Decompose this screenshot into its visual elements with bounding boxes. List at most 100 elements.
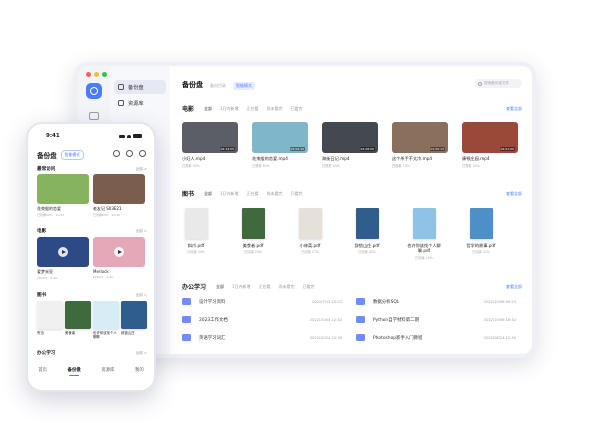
- book-card[interactable]: 也许你该找个人聊聊.pdf 已阅读 22%: [402, 208, 446, 260]
- search-placeholder: 搜索备份盘文件: [484, 81, 510, 85]
- video-card[interactable]: 花束般的恋爱 已观看60% · 10:03: [37, 174, 89, 217]
- view-all-link[interactable]: 全部 >: [136, 229, 147, 234]
- maximize-window-button[interactable]: [102, 72, 107, 77]
- filter-chip[interactable]: 尚未看完: [279, 284, 295, 290]
- book-card[interactable]: 哲学的故事.pdf 已阅读 32%: [459, 208, 503, 254]
- movie-name: 海街日记.mp4: [322, 156, 350, 161]
- filter-chip[interactable]: 尚未看完: [267, 106, 283, 112]
- view-all-link[interactable]: 查看全部: [506, 191, 522, 197]
- movie-card[interactable]: 02:14:55 小妇人.mp4 已观看 20%: [182, 122, 238, 168]
- mode-badge[interactable]: 智能模式: [233, 82, 255, 90]
- movie-card[interactable]: 02:04:10 花束般的恋爱.mp4 已观看 60%: [252, 122, 308, 168]
- tab-profile[interactable]: 我的: [135, 367, 144, 373]
- video-card[interactable]: 爱梦米亚 2022/7 · 4.2G: [37, 237, 89, 280]
- movie-name: 花束般的恋爱.mp4: [252, 156, 288, 161]
- duration-label: 02:01:00: [499, 147, 515, 151]
- folder-icon: [356, 298, 365, 305]
- file-row[interactable]: Python自学材料第二期 2022/10/06 16:32: [356, 316, 516, 323]
- movie-card[interactable]: 01:50:13 这个杀手不太冷.mp4 已观看 70%: [392, 122, 448, 168]
- file-name: Python自学材料第二期: [373, 317, 419, 323]
- video-thumbnail: [93, 237, 145, 267]
- movie-name: 康顿庄园.mp4: [462, 156, 490, 161]
- filter-chip[interactable]: 全部: [204, 191, 212, 197]
- book-card[interactable]: 小林菜.pdf 已阅读 17%: [288, 208, 332, 254]
- book-card[interactable]: 美食者: [65, 301, 91, 335]
- tab-home[interactable]: 首页: [38, 367, 47, 373]
- file-date: 2022/10/06 09:23: [483, 299, 516, 304]
- history-icon[interactable]: [126, 150, 133, 157]
- filter-chip[interactable]: 已看完: [291, 191, 303, 197]
- video-card[interactable]: 老友记 S03E21 已观看60% · 10:25: [93, 174, 145, 217]
- book-cover: [469, 208, 493, 239]
- duration-label: 02:08:00: [359, 147, 375, 151]
- video-meta: 已观看60% · 10:03: [37, 213, 65, 217]
- book-card[interactable]: 美食者.pdf 已阅读 24%: [231, 208, 275, 254]
- filter-chip[interactable]: 1日内新增: [220, 106, 239, 112]
- file-row[interactable]: 2023工作文档 2022/10/04 12:32: [182, 316, 342, 323]
- status-icons: [119, 134, 142, 138]
- filter-chip[interactable]: 尚未看完: [267, 191, 283, 197]
- folder-icon: [356, 334, 365, 341]
- window-controls: [86, 72, 107, 77]
- more-icon[interactable]: [139, 150, 146, 157]
- phone-mode-badge[interactable]: 智能模式: [60, 150, 84, 160]
- book-cover: [184, 208, 208, 239]
- video-card[interactable]: Merlock 2022/7 · 2.1G: [93, 237, 145, 279]
- view-all-link[interactable]: 全部 >: [136, 351, 147, 356]
- tab-library[interactable]: 资源库: [101, 367, 114, 373]
- book-name: 小林菜.pdf: [299, 243, 321, 248]
- movie-card[interactable]: 02:01:00 康顿庄园.mp4 已观看 24%: [462, 122, 518, 168]
- file-name: 2023工作文档: [199, 317, 228, 323]
- duration-label: 02:04:10: [289, 147, 305, 151]
- book-card[interactable]: 鲁迅: [37, 301, 63, 335]
- file-row[interactable]: Photoshop新手入门教程 2022/08/24 12:30: [356, 334, 516, 341]
- close-window-button[interactable]: [86, 72, 91, 77]
- stage: 备份盘 资源库 备份盘 备份目录 智能模式 搜索备份盘文件 电影 全部 1日内新…: [0, 0, 600, 423]
- page-subtitle[interactable]: 备份目录: [210, 83, 226, 89]
- filter-chip[interactable]: 1日内新增: [220, 191, 239, 197]
- play-icon[interactable]: [114, 247, 124, 257]
- book-cover: [93, 301, 119, 329]
- book-card[interactable]: 斜爪.pdf 已阅读 34%: [174, 208, 218, 254]
- video-meta: 2022/7 · 4.2G: [37, 276, 58, 280]
- sidebar-item-backup[interactable]: 备份盘: [114, 80, 166, 94]
- filter-chip[interactable]: 正在看: [259, 284, 271, 290]
- view-all-link[interactable]: 查看全部: [506, 106, 522, 112]
- view-all-link[interactable]: 全部 >: [136, 167, 147, 172]
- search-icon[interactable]: [113, 150, 120, 157]
- library-icon: [118, 100, 124, 106]
- play-icon[interactable]: [58, 247, 68, 257]
- office-section-header: 办公学习 全部 1日内新增 正在看 尚未看完 已看完 查看全部: [182, 282, 522, 292]
- filter-chip[interactable]: 1日内新增: [232, 284, 251, 290]
- book-progress: 已阅读 22%: [415, 255, 433, 260]
- search-input[interactable]: 搜索备份盘文件: [474, 79, 522, 88]
- duration-label: 01:50:13: [429, 147, 445, 151]
- file-row[interactable]: 数据分析SQL 2022/10/06 09:23: [356, 298, 516, 305]
- tab-backup[interactable]: 备份盘: [68, 367, 81, 376]
- book-card[interactable]: 辞锁山庄: [121, 301, 147, 335]
- book-card[interactable]: 也许你该找个人聊聊: [93, 301, 119, 339]
- movie-card[interactable]: 02:08:00 海街日记.mp4 已观看 40%: [322, 122, 378, 168]
- filter-chip[interactable]: 已看完: [291, 106, 303, 112]
- app-logo-icon: [86, 83, 102, 99]
- sidebar-item-library[interactable]: 资源库: [114, 96, 166, 110]
- book-card[interactable]: 辞锁山庄.pdf 已阅读 42%: [345, 208, 389, 254]
- filter-chip[interactable]: 全部: [216, 284, 224, 290]
- view-all-link[interactable]: 全部 >: [136, 293, 147, 298]
- filter-chip[interactable]: 全部: [204, 106, 212, 112]
- book-cover: [355, 208, 379, 239]
- minimize-window-button[interactable]: [94, 72, 99, 77]
- section-title: 办公学习: [37, 351, 56, 356]
- movie-name: 小妇人.mp4: [182, 156, 206, 161]
- view-all-link[interactable]: 查看全部: [506, 284, 522, 290]
- file-row[interactable]: 英语学习词汇 2022/10/24 10:30: [182, 334, 342, 341]
- file-row[interactable]: 设计学习资料 2022/7/12 15:22: [182, 298, 342, 305]
- filter-chip[interactable]: 已看完: [303, 284, 315, 290]
- filter-chip[interactable]: 正在看: [247, 191, 259, 197]
- filter-chip[interactable]: 正在看: [247, 106, 259, 112]
- book-cover: [37, 301, 63, 329]
- video-thumbnail: [93, 174, 145, 204]
- section-title: 最常访问: [37, 167, 56, 172]
- folder-icon[interactable]: [89, 112, 99, 120]
- book-name: 也许你该找个人聊聊.pdf: [407, 243, 441, 254]
